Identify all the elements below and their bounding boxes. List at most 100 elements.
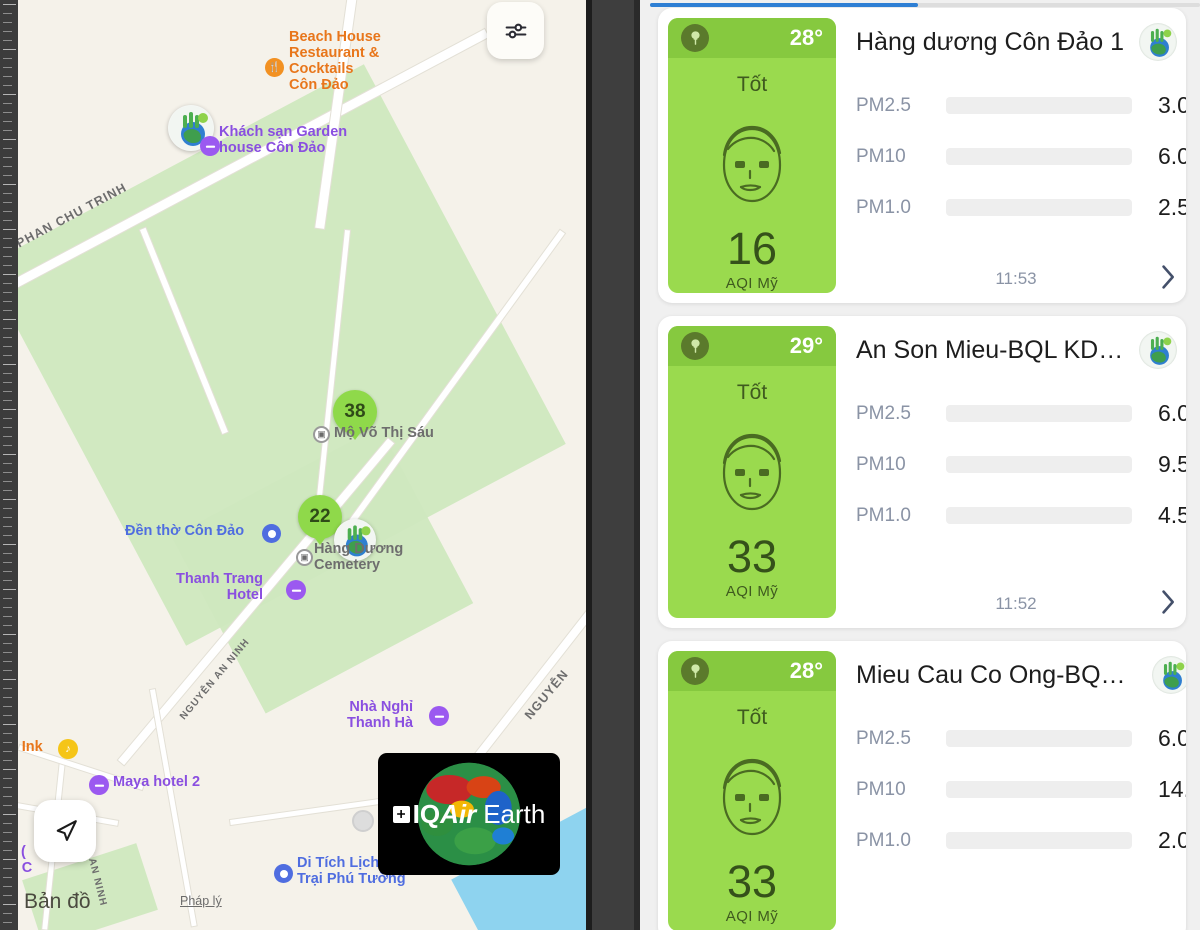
poi-pin-restaurant[interactable]: 🍴	[265, 58, 284, 77]
aqi-card-header: 28°	[668, 651, 836, 691]
scroll-progress-bar[interactable]	[650, 3, 918, 7]
map-filter-button[interactable]	[487, 2, 544, 59]
map-locate-button[interactable]	[34, 800, 96, 862]
pm-label: PM10	[856, 145, 906, 167]
ruler-tick	[3, 562, 12, 563]
poi-pin-maya-hotel[interactable]	[89, 775, 109, 795]
station-name: An Son Mieu-BQL KDLQG...	[856, 335, 1126, 364]
aqi-list-pane[interactable]: 28° Tốt 16 AQI Mỹ Hàng dương Côn Đảo 1 P…	[640, 0, 1200, 930]
ruler-tick	[3, 877, 12, 878]
aqi-value: 16	[726, 223, 778, 274]
card-footer: 11:53	[856, 264, 1186, 303]
pm-value: 14.5	[1158, 776, 1186, 802]
poi-mo-vo-thi-sau[interactable]: Mộ Võ Thị Sáu	[334, 425, 434, 442]
station-header-row: Hàng dương Côn Đảo 1	[856, 8, 1186, 60]
poi-den-tho-con-dao[interactable]: Đền thờ Côn Đảo	[125, 523, 244, 540]
poi-maya-hotel-2[interactable]: Maya hotel 2	[113, 774, 200, 791]
pm-label: PM2.5	[856, 402, 911, 424]
ruler-tick	[3, 4, 16, 5]
temperature-value: 29°	[789, 333, 823, 358]
ruler-tick	[3, 607, 12, 608]
hotel-bed-icon	[205, 145, 215, 148]
ruler-tick	[3, 634, 16, 635]
poi-garden-house[interactable]: Khách sạn Garden house Côn Đảo	[219, 124, 347, 157]
pm-value: 9.5	[1158, 451, 1186, 477]
ruler-tick	[3, 337, 12, 338]
ruler-tick	[3, 328, 12, 329]
ruler-tick	[3, 706, 12, 707]
ruler-tick	[3, 373, 12, 374]
pm-row: PM10 14.5	[856, 764, 1186, 815]
aqi-unit-label: AQI Mỹ	[725, 583, 779, 600]
aqi-station-card[interactable]: 29° Tốt 33 AQI Mỹ An Son Mieu-BQL KDLQG.…	[658, 316, 1186, 628]
poi-pin-di-tich[interactable]	[274, 864, 293, 883]
pm-row: PM2.5 3.0	[856, 80, 1186, 131]
window-gutter	[586, 0, 640, 930]
map-legal-link[interactable]: Pháp lý	[180, 894, 222, 908]
ruler-tick	[3, 103, 12, 104]
ruler-tick	[3, 571, 12, 572]
tree-badge-icon	[681, 24, 709, 52]
aqi-summary-column: 29° Tốt 33 AQI Mỹ	[668, 326, 836, 618]
poi-thanh-trang-hotel[interactable]: Thanh Trang Hotel	[176, 571, 263, 604]
ruler-tick	[3, 769, 16, 770]
aqi-unit-label: AQI Mỹ	[725, 908, 779, 925]
station-name: Mieu Cau Co Ong-BQL K...	[856, 660, 1126, 689]
poi-beach-house[interactable]: Beach House Restaurant & Cocktails Côn Đ…	[289, 29, 381, 94]
ruler-tick	[3, 184, 16, 185]
ruler-tick	[3, 841, 12, 842]
chevron-right-icon	[1162, 589, 1174, 614]
poi-pin-thanh-trang[interactable]	[286, 580, 306, 600]
ruler-tick	[3, 895, 12, 896]
ruler-tick	[3, 787, 12, 788]
ruler-tick	[3, 319, 16, 320]
ruler-tick	[3, 598, 12, 599]
station-avatar[interactable]	[1139, 24, 1176, 60]
ruler-tick	[3, 58, 12, 59]
poi-pin-unknown[interactable]	[352, 810, 374, 832]
poi-pin-oo-ink[interactable]: ♪	[58, 739, 78, 759]
ruler-tick	[3, 382, 12, 383]
ruler-tick	[3, 760, 12, 761]
map-pane[interactable]: PHAN CHU TRINH NGUYỄN AN NINH NGUYỄN ÊN …	[0, 0, 586, 930]
poi-nha-nghi-thanh-ha[interactable]: Nhà Nghỉ Thanh Hà	[347, 699, 413, 732]
ruler-tick	[3, 193, 12, 194]
pm-measurement-list: PM2.5 3.0 PM10 6.0 PM1.0 2.5	[856, 80, 1186, 233]
aqi-station-card[interactable]: 28° Tốt 16 AQI Mỹ Hàng dương Côn Đảo 1 P…	[658, 8, 1186, 303]
ruler-tick	[3, 175, 12, 176]
ruler-tick	[3, 805, 12, 806]
ruler-tick	[3, 292, 12, 293]
station-globe-hand-icon	[1140, 332, 1176, 368]
card-footer: 11:52	[856, 589, 1186, 628]
card-detail-button[interactable]	[1159, 589, 1176, 620]
poi-pin-den-tho[interactable]	[262, 524, 281, 543]
station-info-column: An Son Mieu-BQL KDLQG... PM2.5 6.0 PM10	[836, 316, 1186, 628]
aqi-unit-label: AQI Mỹ	[725, 275, 779, 292]
ruler-tick	[3, 481, 12, 482]
iqair-earth-wordmark: IQ Air Earth	[392, 799, 545, 830]
card-detail-button[interactable]	[1159, 264, 1176, 295]
station-avatar[interactable]	[1152, 657, 1186, 693]
ruler-tick	[3, 778, 12, 779]
pm-value: 6.0	[1158, 143, 1186, 169]
pm-value: 3.0	[1158, 92, 1186, 118]
pm-value: 2.0	[1158, 827, 1186, 853]
ruler-tick	[3, 427, 12, 428]
ruler-tick	[3, 913, 12, 914]
poi-pin-garden-house[interactable]	[200, 136, 220, 156]
gutter-edge-left	[586, 0, 592, 930]
aqi-station-card[interactable]: 28° Tốt 33 AQI Mỹ Mieu Cau Co Ong-BQL K.…	[658, 641, 1186, 930]
pm-row: PM2.5 6.0	[856, 388, 1186, 439]
ruler-tick	[3, 283, 12, 284]
map-attribution: Bản đồ	[22, 890, 91, 914]
happy-face-icon	[722, 125, 782, 203]
ruler-tick	[3, 526, 12, 527]
station-avatar[interactable]	[1139, 332, 1176, 368]
poi-pin-mo-vo-thi-sau[interactable]: ▣	[313, 426, 330, 443]
poi-pin-nha-nghi[interactable]	[429, 706, 449, 726]
ruler-tick	[3, 238, 12, 239]
poi-pin-hang-duong[interactable]: ▣	[296, 549, 313, 566]
poi-hang-duong-cemetery[interactable]: Hàng Dương Cemetery	[314, 541, 403, 574]
hotel-bed-icon	[291, 589, 301, 592]
aqi-status-label: Tốt	[736, 706, 768, 729]
